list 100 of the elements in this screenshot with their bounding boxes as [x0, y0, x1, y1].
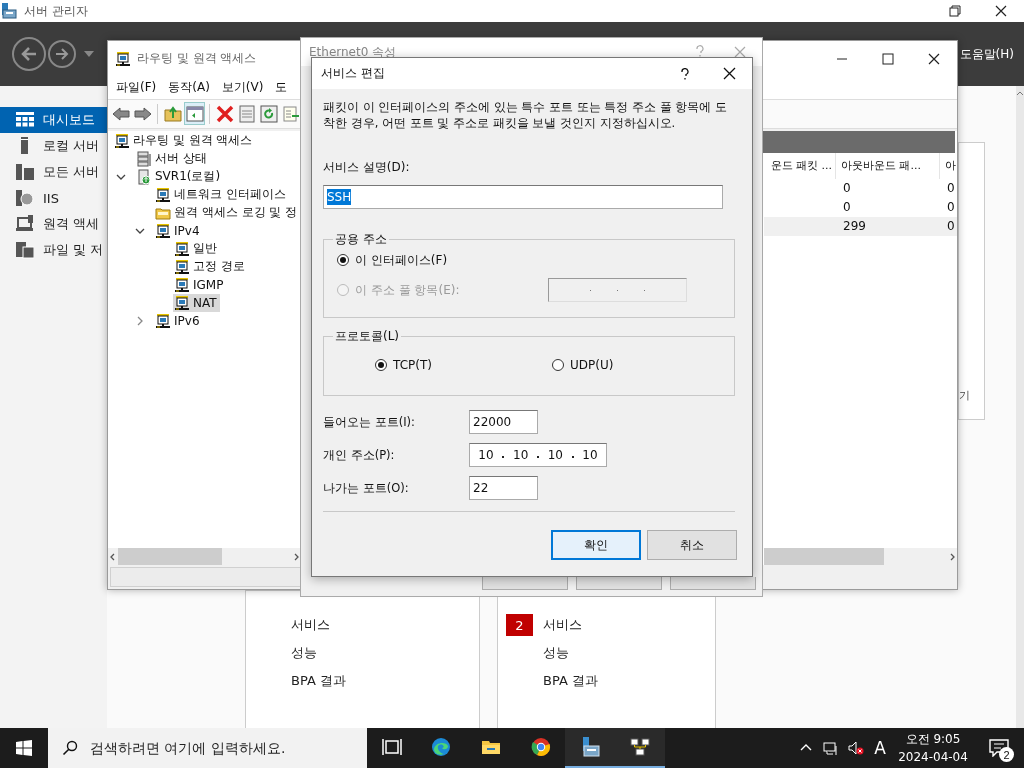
forward-arrow-icon — [133, 104, 152, 123]
tree-item[interactable]: 원격 액세스 로깅 및 정 — [154, 203, 301, 222]
menu-item[interactable]: 동작(A) — [162, 78, 216, 96]
help-button[interactable] — [681, 67, 689, 80]
folder-up-icon — [163, 104, 182, 123]
sidebar-item[interactable]: 모든 서버 — [0, 159, 107, 185]
clock-date[interactable]: 2024-04-04 — [898, 748, 968, 766]
properties-icon — [237, 104, 256, 123]
close-icon — [995, 5, 1007, 17]
tile-link[interactable]: 성능 — [543, 644, 569, 662]
menu-item[interactable]: 보기(V) — [215, 78, 270, 96]
column-header[interactable]: 운드 패킷 ... — [764, 152, 836, 179]
tile-link[interactable]: 성능 — [291, 644, 317, 662]
network-node-icon — [114, 132, 130, 149]
column-header[interactable]: 아 — [940, 152, 957, 179]
input-indicator[interactable]: A — [868, 738, 892, 758]
volume-muted-icon[interactable] — [847, 740, 864, 756]
sidebar-item[interactable]: 파일 및 저 — [0, 237, 107, 263]
radio-button[interactable] — [337, 254, 349, 266]
ip-address-field[interactable]: 10 10 10 10 — [469, 443, 607, 467]
tree-item[interactable]: IGMP — [173, 275, 227, 294]
network-node-icon — [115, 50, 131, 67]
refresh-button[interactable] — [258, 102, 279, 126]
help-icon — [696, 44, 704, 57]
network-node-icon — [174, 276, 190, 293]
network-icon[interactable] — [822, 740, 839, 756]
menu-item[interactable]: 도 — [269, 78, 288, 96]
network-node-icon — [174, 258, 190, 275]
menu-item[interactable]: 파일(F) — [110, 78, 163, 96]
clock-time[interactable]: 오전 9:05 — [905, 730, 961, 748]
taskbar-app-button[interactable] — [614, 728, 665, 768]
group-label: 공용 주소 — [334, 231, 388, 248]
server-icon — [136, 168, 152, 185]
tile-link[interactable]: BPA 결과 — [291, 672, 346, 690]
notification-button[interactable]: 2 — [974, 728, 1024, 768]
search-input[interactable]: 검색하려면 여기에 입력하세요. — [88, 739, 367, 757]
tree-item[interactable]: 고정 경로 — [173, 257, 248, 276]
laptop-icon — [16, 215, 34, 233]
server-stack-icon — [136, 150, 152, 167]
tree-item[interactable]: IPv4 — [154, 221, 203, 240]
task-view-icon — [381, 737, 402, 757]
dialog-button[interactable]: 취소 — [647, 530, 737, 560]
table-cell-text: 0 — [946, 181, 956, 196]
option-label: UDP(U) — [570, 358, 614, 372]
horizontal-scrollbar[interactable] — [108, 548, 301, 566]
sidebar-item[interactable]: 원격 액세 — [0, 211, 107, 237]
tile-link[interactable]: 서비스 — [291, 616, 330, 634]
browser-icon — [431, 737, 452, 757]
address-field[interactable] — [548, 278, 687, 302]
field-label: 들어오는 포트(I): — [323, 414, 416, 430]
tree-item[interactable]: 라우팅 및 원격 액세스 — [113, 131, 256, 150]
tree-item[interactable]: NAT — [173, 293, 220, 312]
search-field[interactable]: 검색하려면 여기에 입력하세요. — [48, 728, 367, 768]
help-icon — [681, 67, 689, 80]
back-button[interactable] — [12, 37, 46, 71]
radio-button[interactable] — [552, 359, 564, 371]
window-title: 서버 관리자 — [24, 2, 88, 20]
tree-item[interactable]: SVR1(로컬) — [135, 167, 224, 186]
tile-link[interactable]: BPA 결과 — [543, 672, 598, 690]
text-field[interactable]: SSH — [323, 185, 723, 209]
tile-link[interactable]: 서비스 — [543, 616, 582, 634]
radio-button[interactable] — [375, 359, 387, 371]
table-cell-text: 0 — [946, 200, 956, 215]
sidebar-item[interactable]: IIS — [0, 185, 107, 211]
console-pane-button[interactable] — [184, 102, 205, 126]
dialog-button[interactable]: 확인 — [551, 530, 641, 560]
taskbar-app-button[interactable] — [565, 728, 615, 768]
close-icon — [928, 52, 940, 65]
table-row[interactable]: 0 0 — [764, 197, 957, 217]
link-text[interactable]: 기 — [959, 388, 970, 403]
network-node-icon — [174, 240, 190, 257]
forward-button[interactable] — [48, 40, 76, 68]
restore-icon — [949, 5, 961, 17]
tree-item[interactable]: IPv6 — [154, 311, 203, 330]
table-row[interactable]: 299 0 — [764, 216, 957, 236]
count-badge: 2 — [999, 747, 1014, 762]
scrollbar[interactable] — [1016, 86, 1024, 728]
tree-item[interactable]: 네트워크 인터페이스 — [154, 185, 289, 204]
menu-item[interactable]: 도움말(H) — [959, 45, 1014, 63]
port-field[interactable]: 22 — [469, 476, 538, 500]
globe-icon — [16, 189, 34, 207]
refresh-icon — [259, 104, 278, 123]
console-pane-icon — [185, 104, 204, 123]
count-badge: 2 — [506, 614, 533, 636]
caret-icon[interactable] — [84, 51, 94, 57]
description-text: 패킷이 이 인터페이스의 주소에 있는 특수 포트 또는 특정 주소 풀 항목에 도착한 경우, 어떤 포트 및 주소로 패킷을 보낼 것인지 지정하십시오. — [323, 99, 728, 131]
back-arrow-icon — [111, 104, 130, 123]
horizontal-scrollbar[interactable] — [764, 548, 957, 566]
close-button[interactable] — [723, 67, 736, 80]
table-cell-text: 0 — [946, 219, 956, 234]
chevron-right-icon[interactable] — [135, 315, 145, 326]
tree-item[interactable]: 일반 — [173, 239, 220, 258]
tree-item[interactable]: 서버 상태 — [135, 149, 210, 168]
field-label: 서비스 설명(D): — [323, 159, 411, 176]
sidebar-item[interactable]: 로컬 서버 — [0, 133, 107, 159]
sidebar-item[interactable]: 대시보드 — [0, 107, 107, 133]
table-row[interactable]: 0 0 — [764, 178, 957, 198]
network-node-icon — [174, 294, 190, 311]
column-header[interactable]: 아웃바운드 패... — [836, 152, 940, 179]
port-field[interactable]: 22000 — [469, 410, 538, 434]
